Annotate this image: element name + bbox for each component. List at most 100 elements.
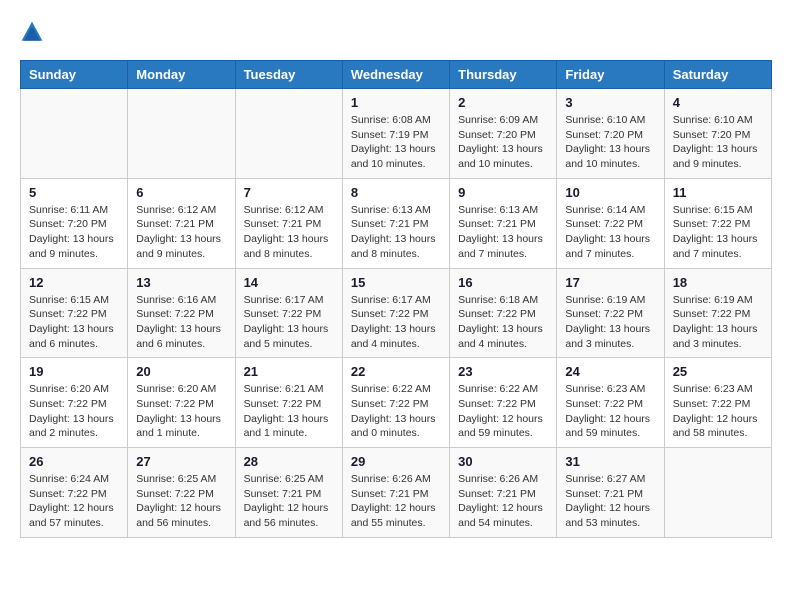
day-number: 23 xyxy=(458,364,548,379)
day-info: Sunrise: 6:16 AM Sunset: 7:22 PM Dayligh… xyxy=(136,293,226,352)
day-number: 3 xyxy=(565,95,655,110)
calendar-day-cell: 6 Sunrise: 6:12 AM Sunset: 7:21 PM Daylig… xyxy=(128,178,235,268)
calendar-day-cell: 1 Sunrise: 6:08 AM Sunset: 7:19 PM Daylig… xyxy=(342,89,449,179)
day-info: Sunrise: 6:19 AM Sunset: 7:22 PM Dayligh… xyxy=(565,293,655,352)
calendar-day-cell: 27 Sunrise: 6:25 AM Sunset: 7:22 PM Dayli… xyxy=(128,448,235,538)
day-info: Sunrise: 6:10 AM Sunset: 7:20 PM Dayligh… xyxy=(673,113,763,172)
calendar-day-cell xyxy=(128,89,235,179)
calendar-day-cell: 8 Sunrise: 6:13 AM Sunset: 7:21 PM Daylig… xyxy=(342,178,449,268)
calendar-week-row: 5 Sunrise: 6:11 AM Sunset: 7:20 PM Daylig… xyxy=(21,178,772,268)
day-number: 1 xyxy=(351,95,441,110)
day-info: Sunrise: 6:25 AM Sunset: 7:21 PM Dayligh… xyxy=(244,472,334,531)
day-number: 14 xyxy=(244,275,334,290)
calendar-day-cell: 22Sunrise: 6:22 AM Sunset: 7:22 PM Dayli… xyxy=(342,358,449,448)
day-info: Sunrise: 6:23 AM Sunset: 7:22 PM Dayligh… xyxy=(673,382,763,441)
day-number: 27 xyxy=(136,454,226,469)
day-number: 5 xyxy=(29,185,119,200)
day-info: Sunrise: 6:19 AM Sunset: 7:22 PM Dayligh… xyxy=(673,293,763,352)
calendar-day-cell xyxy=(664,448,771,538)
day-info: Sunrise: 6:24 AM Sunset: 7:22 PM Dayligh… xyxy=(29,472,119,531)
calendar-body: 1 Sunrise: 6:08 AM Sunset: 7:19 PM Daylig… xyxy=(21,89,772,538)
calendar-week-row: 26Sunrise: 6:24 AM Sunset: 7:22 PM Dayli… xyxy=(21,448,772,538)
day-number: 28 xyxy=(244,454,334,469)
day-number: 18 xyxy=(673,275,763,290)
day-info: Sunrise: 6:12 AM Sunset: 7:21 PM Dayligh… xyxy=(244,203,334,262)
calendar-day-cell: 4 Sunrise: 6:10 AM Sunset: 7:20 PM Daylig… xyxy=(664,89,771,179)
calendar-day-cell: 26Sunrise: 6:24 AM Sunset: 7:22 PM Dayli… xyxy=(21,448,128,538)
calendar-day-cell: 2 Sunrise: 6:09 AM Sunset: 7:20 PM Daylig… xyxy=(450,89,557,179)
day-number: 31 xyxy=(565,454,655,469)
calendar-day-cell: 18 Sunrise: 6:19 AM Sunset: 7:22 PM Dayli… xyxy=(664,268,771,358)
day-info: Sunrise: 6:08 AM Sunset: 7:19 PM Dayligh… xyxy=(351,113,441,172)
logo xyxy=(20,20,48,44)
calendar-header-row: SundayMondayTuesdayWednesdayThursdayFrid… xyxy=(21,61,772,89)
day-number: 13 xyxy=(136,275,226,290)
calendar-day-cell: 21 Sunrise: 6:21 AM Sunset: 7:22 PM Dayli… xyxy=(235,358,342,448)
day-number: 21 xyxy=(244,364,334,379)
day-info: Sunrise: 6:20 AM Sunset: 7:22 PM Dayligh… xyxy=(136,382,226,441)
day-info: Sunrise: 6:14 AM Sunset: 7:22 PM Dayligh… xyxy=(565,203,655,262)
calendar-day-cell: 28 Sunrise: 6:25 AM Sunset: 7:21 PM Dayli… xyxy=(235,448,342,538)
day-info: Sunrise: 6:17 AM Sunset: 7:22 PM Dayligh… xyxy=(244,293,334,352)
day-info: Sunrise: 6:26 AM Sunset: 7:21 PM Dayligh… xyxy=(351,472,441,531)
day-number: 11 xyxy=(673,185,763,200)
day-number: 9 xyxy=(458,185,548,200)
day-info: Sunrise: 6:09 AM Sunset: 7:20 PM Dayligh… xyxy=(458,113,548,172)
day-number: 17 xyxy=(565,275,655,290)
calendar-day-cell xyxy=(235,89,342,179)
day-number: 12 xyxy=(29,275,119,290)
day-number: 24 xyxy=(565,364,655,379)
day-number: 15 xyxy=(351,275,441,290)
calendar-day-cell: 19 Sunrise: 6:20 AM Sunset: 7:22 PM Dayli… xyxy=(21,358,128,448)
day-number: 16 xyxy=(458,275,548,290)
calendar-day-cell: 23 Sunrise: 6:22 AM Sunset: 7:22 PM Dayli… xyxy=(450,358,557,448)
calendar-day-cell: 25 Sunrise: 6:23 AM Sunset: 7:22 PM Dayli… xyxy=(664,358,771,448)
day-info: Sunrise: 6:15 AM Sunset: 7:22 PM Dayligh… xyxy=(29,293,119,352)
day-info: Sunrise: 6:12 AM Sunset: 7:21 PM Dayligh… xyxy=(136,203,226,262)
day-number: 6 xyxy=(136,185,226,200)
calendar-week-row: 19 Sunrise: 6:20 AM Sunset: 7:22 PM Dayli… xyxy=(21,358,772,448)
day-info: Sunrise: 6:25 AM Sunset: 7:22 PM Dayligh… xyxy=(136,472,226,531)
day-info: Sunrise: 6:26 AM Sunset: 7:21 PM Dayligh… xyxy=(458,472,548,531)
calendar-day-cell: 16 Sunrise: 6:18 AM Sunset: 7:22 PM Dayli… xyxy=(450,268,557,358)
day-number: 25 xyxy=(673,364,763,379)
day-info: Sunrise: 6:20 AM Sunset: 7:22 PM Dayligh… xyxy=(29,382,119,441)
day-number: 20 xyxy=(136,364,226,379)
day-info: Sunrise: 6:23 AM Sunset: 7:22 PM Dayligh… xyxy=(565,382,655,441)
calendar-day-cell: 10Sunrise: 6:14 AM Sunset: 7:22 PM Dayli… xyxy=(557,178,664,268)
day-of-week-header: Saturday xyxy=(664,61,771,89)
calendar-day-cell: 7Sunrise: 6:12 AM Sunset: 7:21 PM Daylig… xyxy=(235,178,342,268)
day-info: Sunrise: 6:22 AM Sunset: 7:22 PM Dayligh… xyxy=(458,382,548,441)
calendar-day-cell: 13 Sunrise: 6:16 AM Sunset: 7:22 PM Dayli… xyxy=(128,268,235,358)
calendar-day-cell: 11 Sunrise: 6:15 AM Sunset: 7:22 PM Dayli… xyxy=(664,178,771,268)
calendar-day-cell: 3 Sunrise: 6:10 AM Sunset: 7:20 PM Daylig… xyxy=(557,89,664,179)
day-info: Sunrise: 6:18 AM Sunset: 7:22 PM Dayligh… xyxy=(458,293,548,352)
day-number: 2 xyxy=(458,95,548,110)
calendar-header xyxy=(20,20,772,44)
day-info: Sunrise: 6:10 AM Sunset: 7:20 PM Dayligh… xyxy=(565,113,655,172)
day-info: Sunrise: 6:17 AM Sunset: 7:22 PM Dayligh… xyxy=(351,293,441,352)
calendar-day-cell: 31Sunrise: 6:27 AM Sunset: 7:21 PM Dayli… xyxy=(557,448,664,538)
calendar-week-row: 1 Sunrise: 6:08 AM Sunset: 7:19 PM Daylig… xyxy=(21,89,772,179)
day-number: 8 xyxy=(351,185,441,200)
calendar-day-cell: 12 Sunrise: 6:15 AM Sunset: 7:22 PM Dayli… xyxy=(21,268,128,358)
day-of-week-header: Friday xyxy=(557,61,664,89)
calendar-day-cell xyxy=(21,89,128,179)
logo-icon xyxy=(20,20,44,44)
day-info: Sunrise: 6:11 AM Sunset: 7:20 PM Dayligh… xyxy=(29,203,119,262)
day-of-week-header: Sunday xyxy=(21,61,128,89)
day-info: Sunrise: 6:13 AM Sunset: 7:21 PM Dayligh… xyxy=(351,203,441,262)
day-info: Sunrise: 6:15 AM Sunset: 7:22 PM Dayligh… xyxy=(673,203,763,262)
calendar-day-cell: 15 Sunrise: 6:17 AM Sunset: 7:22 PM Dayli… xyxy=(342,268,449,358)
day-info: Sunrise: 6:21 AM Sunset: 7:22 PM Dayligh… xyxy=(244,382,334,441)
day-number: 4 xyxy=(673,95,763,110)
calendar-day-cell: 30 Sunrise: 6:26 AM Sunset: 7:21 PM Dayli… xyxy=(450,448,557,538)
day-number: 19 xyxy=(29,364,119,379)
calendar-day-cell: 14 Sunrise: 6:17 AM Sunset: 7:22 PM Dayli… xyxy=(235,268,342,358)
calendar-table: SundayMondayTuesdayWednesdayThursdayFrid… xyxy=(20,60,772,538)
calendar-day-cell: 9Sunrise: 6:13 AM Sunset: 7:21 PM Daylig… xyxy=(450,178,557,268)
calendar-week-row: 12 Sunrise: 6:15 AM Sunset: 7:22 PM Dayli… xyxy=(21,268,772,358)
day-of-week-header: Thursday xyxy=(450,61,557,89)
calendar-day-cell: 29Sunrise: 6:26 AM Sunset: 7:21 PM Dayli… xyxy=(342,448,449,538)
day-number: 30 xyxy=(458,454,548,469)
